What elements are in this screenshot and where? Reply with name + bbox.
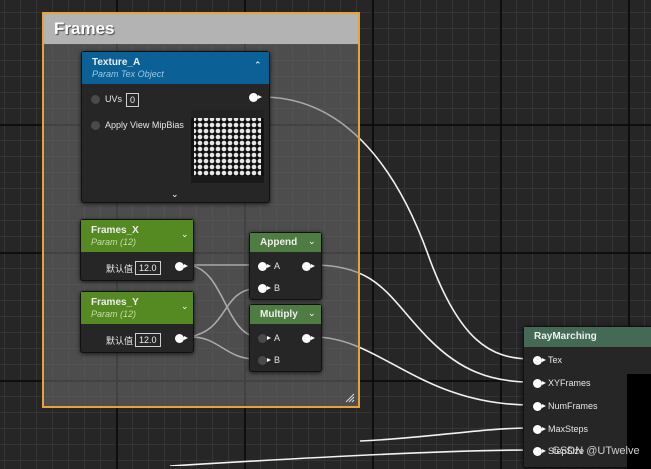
- frames-x-chevron-down-icon[interactable]: ⌄: [181, 229, 189, 240]
- raymarching-node-header: RayMarching: [524, 327, 651, 347]
- append-node[interactable]: Append ⌄ A B: [249, 232, 322, 300]
- append-a-label: A: [274, 261, 281, 271]
- collapse-chevron-up-icon[interactable]: ⌃: [254, 60, 262, 71]
- texture-node-subtitle: Param Tex Object: [92, 69, 164, 79]
- xyframes-pin-label: XYFrames: [548, 378, 591, 388]
- frames-y-value-field[interactable]: 12.0: [135, 333, 161, 347]
- watermark: CSDN @UTwelve: [552, 445, 640, 457]
- uvs-input-pin[interactable]: [91, 95, 100, 104]
- maxsteps-input-pin[interactable]: [533, 425, 546, 434]
- append-output-pin[interactable]: [302, 262, 315, 271]
- texture-preview-thumbnail: [191, 110, 264, 183]
- uvs-label: UVs: [105, 94, 123, 104]
- frames-x-value-field[interactable]: 12.0: [135, 261, 161, 275]
- frames-x-param-node[interactable]: Frames_X Param (12) ⌄ 默认值 12.0: [80, 219, 194, 281]
- maxsteps-pin-label: MaxSteps: [548, 424, 589, 434]
- multiply-input-a-pin[interactable]: [258, 334, 271, 343]
- wire-maxsteps: [359, 427, 532, 442]
- resize-grip-icon[interactable]: [345, 393, 355, 403]
- frames-y-default-label: 默认值: [106, 336, 134, 346]
- tex-pin-label: Tex: [548, 355, 563, 365]
- multiply-b-label: B: [274, 355, 281, 365]
- stepsize-input-pin[interactable]: [533, 447, 546, 456]
- expand-chevron-down-icon[interactable]: ⌄: [171, 189, 179, 200]
- texture-node-header: Texture_A Param Tex Object: [82, 52, 269, 84]
- frames-y-param-node[interactable]: Frames_Y Param (12) ⌄ 默认值 12.0: [80, 291, 194, 353]
- append-title: Append: [260, 237, 298, 248]
- frames-y-title: Frames_Y: [91, 297, 139, 308]
- frames-y-subtitle: Param (12): [91, 309, 137, 319]
- multiply-chevron-down-icon[interactable]: ⌄: [308, 308, 316, 319]
- texture-param-node[interactable]: Texture_A Param Tex Object ⌃ UVs 0 Apply…: [81, 51, 270, 203]
- append-input-b-pin[interactable]: [258, 284, 271, 293]
- texture-node-title: Texture_A: [92, 57, 141, 68]
- append-input-a-pin[interactable]: [258, 262, 271, 271]
- multiply-input-b-pin[interactable]: [258, 356, 271, 365]
- multiply-output-pin[interactable]: [302, 334, 315, 343]
- texture-output-pin[interactable]: [249, 93, 262, 102]
- frames-x-default-label: 默认值: [106, 264, 134, 274]
- mipbias-label: Apply View MipBias: [105, 120, 184, 130]
- frames-x-node-header: Frames_X Param (12): [81, 220, 193, 252]
- multiply-a-label: A: [274, 333, 281, 343]
- frames-y-output-pin[interactable]: [175, 334, 188, 343]
- append-b-label: B: [274, 283, 281, 293]
- append-chevron-down-icon[interactable]: ⌄: [308, 236, 316, 247]
- frames-y-node-header: Frames_Y Param (12): [81, 292, 193, 324]
- mipbias-input-pin[interactable]: [91, 121, 100, 130]
- frames-y-chevron-down-icon[interactable]: ⌄: [181, 301, 189, 312]
- raymarching-title: RayMarching: [534, 331, 597, 342]
- tex-input-pin[interactable]: [533, 356, 546, 365]
- uvs-value-field[interactable]: 0: [126, 93, 140, 107]
- multiply-node[interactable]: Multiply ⌄ A B: [249, 304, 322, 372]
- comment-title: Frames: [44, 14, 358, 44]
- frames-x-title: Frames_X: [91, 225, 139, 236]
- xyframes-input-pin[interactable]: [533, 379, 546, 388]
- wire-stepsize: [169, 449, 532, 466]
- frames-x-subtitle: Param (12): [91, 237, 137, 247]
- numframes-input-pin[interactable]: [533, 402, 546, 411]
- numframes-pin-label: NumFrames: [548, 401, 598, 411]
- frames-x-output-pin[interactable]: [175, 262, 188, 271]
- multiply-title: Multiply: [260, 309, 298, 320]
